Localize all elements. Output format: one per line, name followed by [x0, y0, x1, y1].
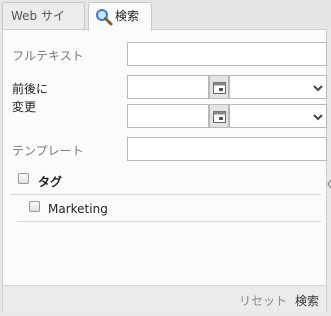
- search-button[interactable]: 検索: [295, 292, 319, 309]
- divider: [10, 194, 321, 195]
- magnifier-icon: [96, 9, 113, 26]
- date-from-calendar-button[interactable]: [209, 75, 229, 99]
- date-from-input[interactable]: [127, 75, 209, 99]
- tab-search-label: 検索: [115, 9, 140, 23]
- tags-heading: タグ: [38, 175, 63, 189]
- divider: [17, 221, 321, 222]
- calendar-icon: [213, 82, 226, 94]
- template-label: テンプレート: [12, 144, 84, 158]
- tag-marketing-checkbox[interactable]: [29, 201, 40, 212]
- chevron-down-icon: [313, 85, 323, 92]
- search-panel: フルテキスト 前後に 変更 テンプレート タグ Marketing リセット 検…: [2, 29, 327, 312]
- tab-website[interactable]: Web サイト: [2, 2, 85, 49]
- relative-label-line1: 前後に: [12, 82, 49, 96]
- collapse-handle-icon[interactable]: [327, 177, 331, 191]
- fulltext-label: フルテキスト: [12, 49, 84, 63]
- tab-bar: Web サイト 検索: [0, 0, 331, 49]
- date-to-input[interactable]: [127, 104, 209, 128]
- fulltext-input[interactable]: [127, 42, 327, 66]
- panel-footer: リセット 検索: [3, 285, 326, 312]
- reset-button[interactable]: リセット: [239, 292, 287, 309]
- chevron-down-icon: [313, 114, 323, 121]
- time-from-select[interactable]: [229, 75, 327, 99]
- tab-search[interactable]: 検索: [88, 2, 152, 31]
- calendar-icon: [213, 111, 226, 123]
- relative-label-line2: 変更: [12, 100, 37, 114]
- date-to-calendar-button[interactable]: [209, 104, 229, 128]
- template-input[interactable]: [127, 137, 327, 161]
- tag-marketing-label: Marketing: [48, 202, 108, 216]
- time-to-select[interactable]: [229, 104, 327, 128]
- tags-checkbox[interactable]: [18, 173, 29, 184]
